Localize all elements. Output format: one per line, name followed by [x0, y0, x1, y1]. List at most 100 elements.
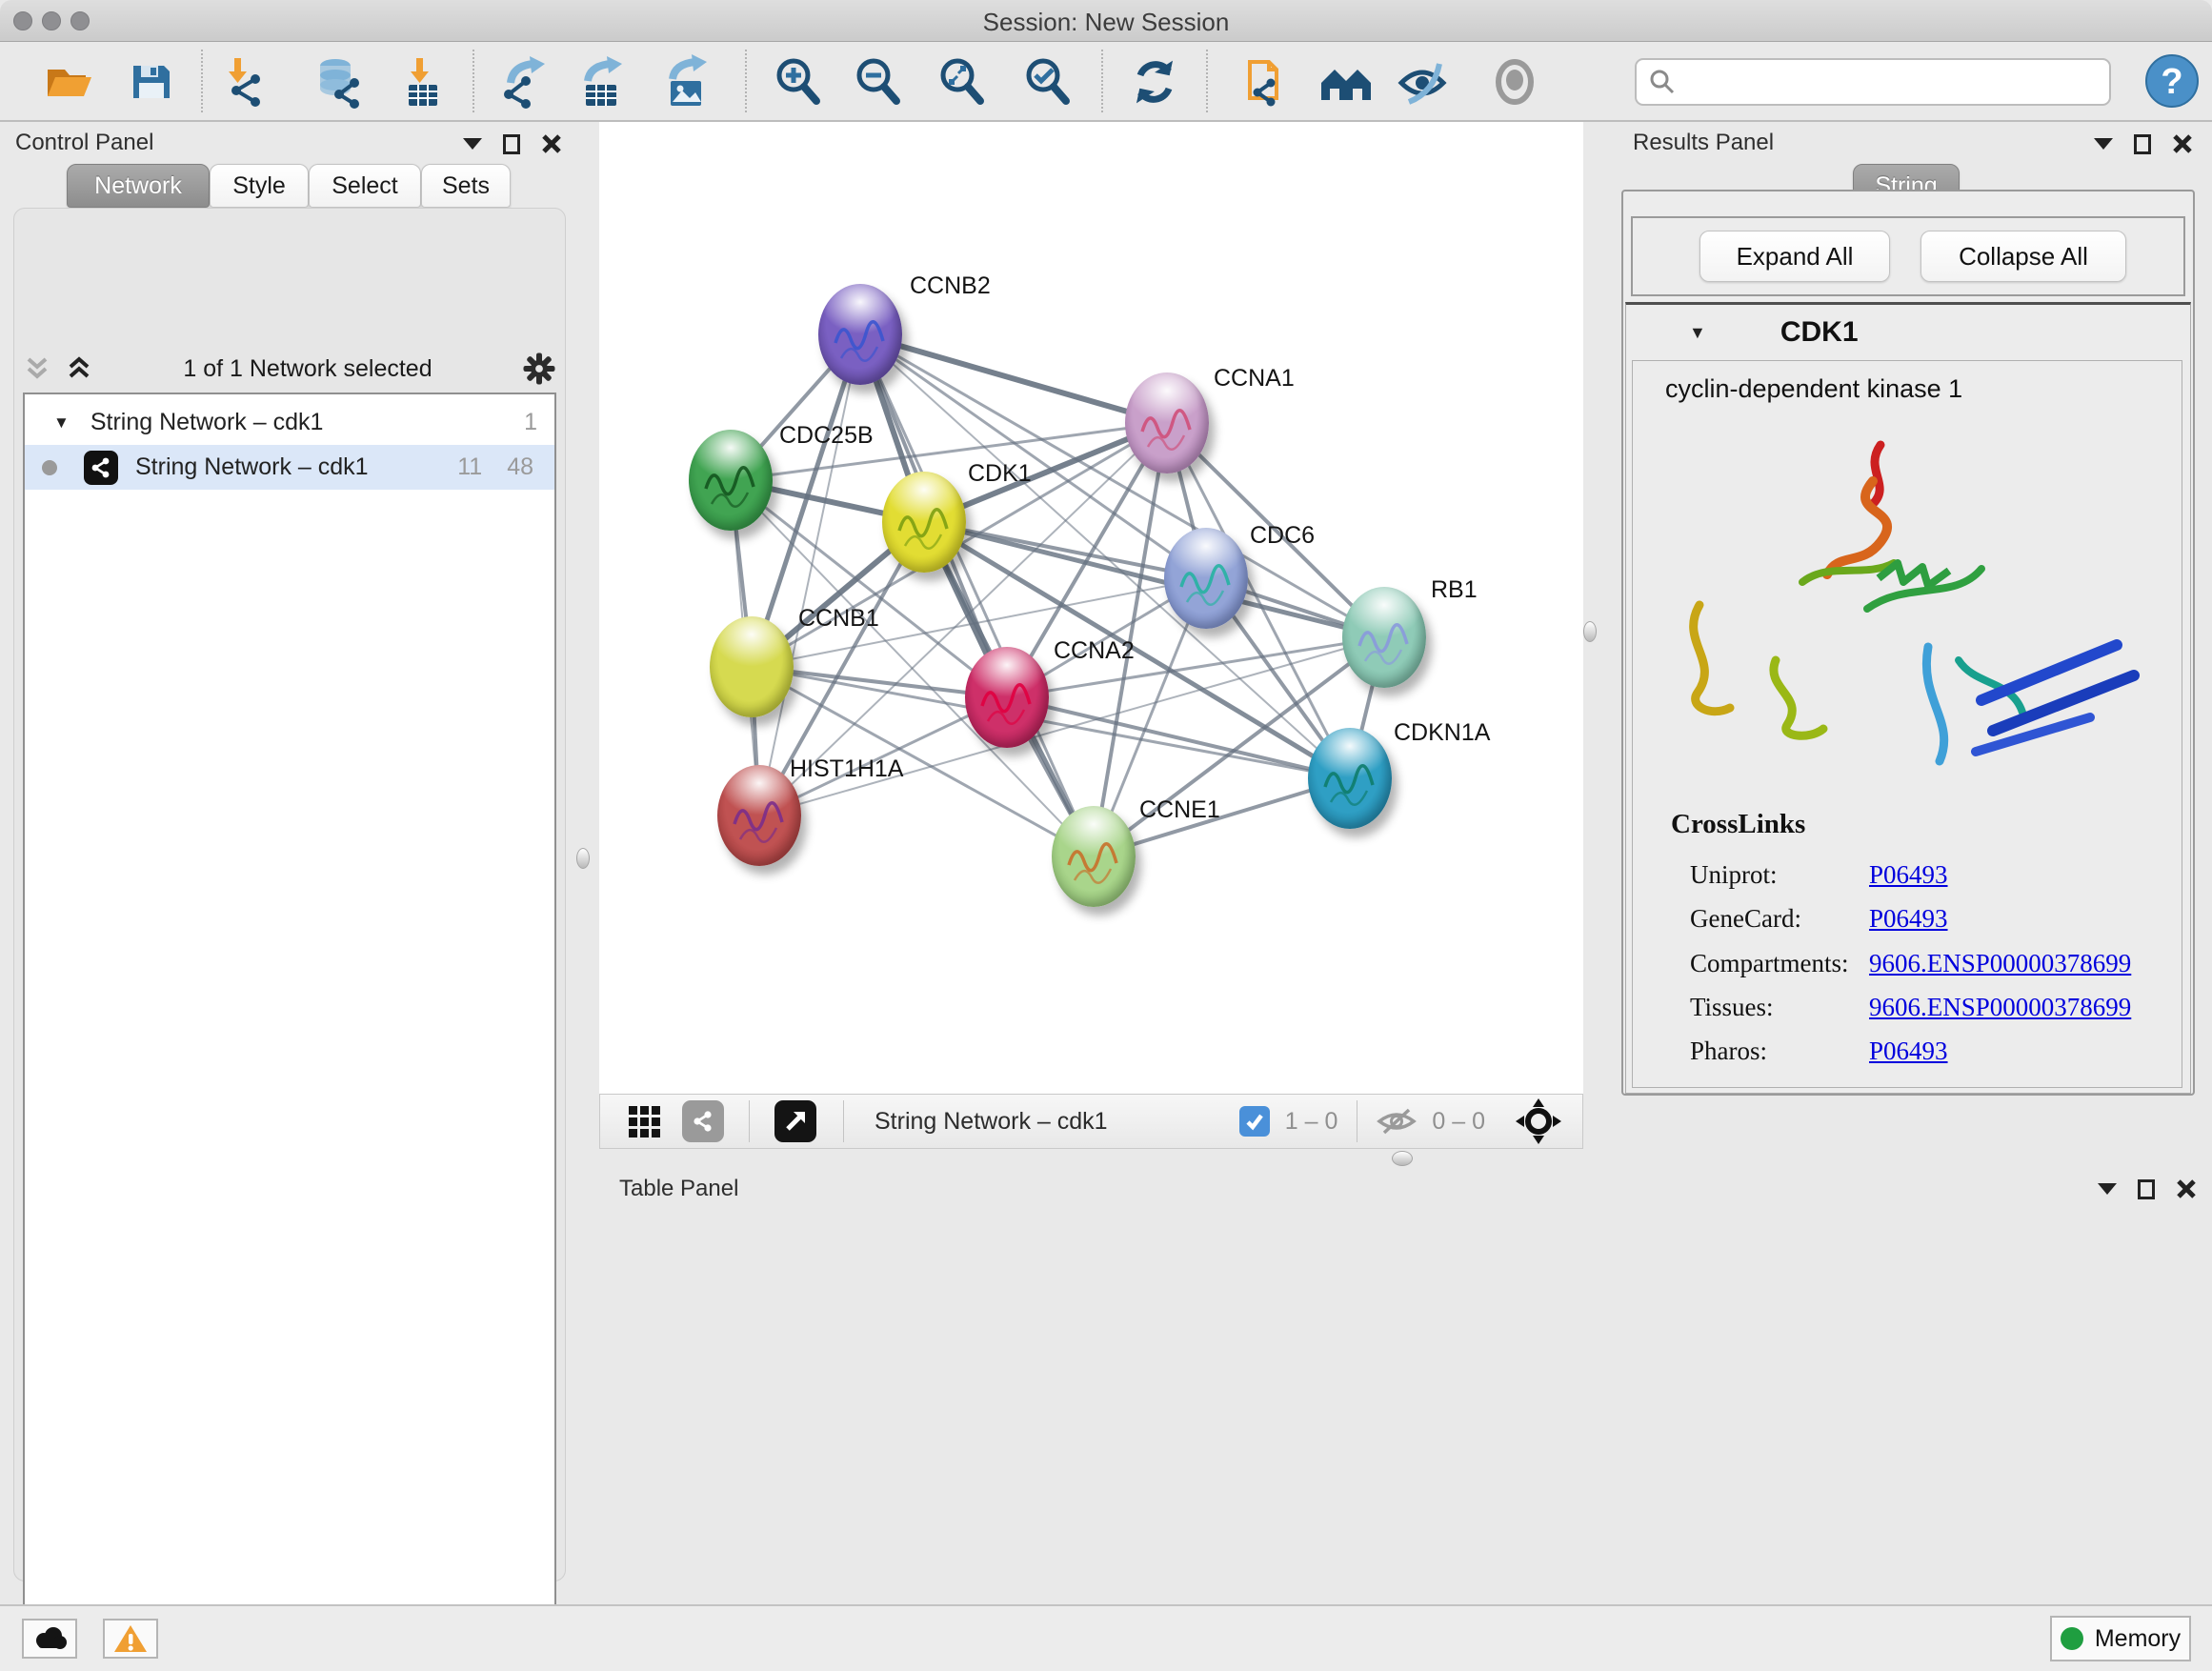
panel-close-icon[interactable] — [2176, 1178, 2197, 1199]
expand-all-button[interactable]: Expand All — [1699, 231, 1890, 282]
refresh-icon[interactable] — [1127, 54, 1182, 110]
protein-scribble — [882, 472, 966, 573]
network-tree: ▼ String Network – cdk1 1 String Network… — [23, 393, 556, 1671]
panel-maximize-icon[interactable] — [503, 134, 520, 154]
crosslink-link[interactable]: P06493 — [1869, 1037, 1948, 1066]
search-input[interactable] — [1686, 69, 2109, 95]
network-node-cdc25b[interactable] — [689, 430, 773, 531]
network-node-ccne1[interactable] — [1052, 806, 1136, 907]
network-options-gear-icon[interactable] — [522, 352, 556, 386]
memory-label: Memory — [2095, 1625, 2181, 1653]
toolbar-separator — [1206, 50, 1208, 112]
panel-close-icon[interactable] — [541, 133, 562, 154]
clone-network-icon[interactable] — [1237, 54, 1292, 110]
collection-count: 1 — [524, 409, 537, 436]
panel-maximize-icon[interactable] — [2138, 1179, 2155, 1199]
search-icon — [1648, 68, 1677, 96]
gene-name: CDK1 — [1780, 316, 1859, 349]
network-current-dot — [42, 460, 57, 475]
warning-status-button[interactable] — [103, 1619, 158, 1659]
expand-all-chevron-icon[interactable] — [65, 355, 93, 382]
tab-style[interactable]: Style — [210, 164, 309, 208]
toolbar-separator — [201, 50, 203, 112]
network-node-hist1h1a[interactable] — [717, 765, 801, 866]
fit-selection-crosshair-icon[interactable] — [1514, 1097, 1563, 1146]
panel-float-icon[interactable] — [2094, 138, 2113, 150]
network-node-ccnb2[interactable] — [818, 284, 902, 385]
network-node-cdk1[interactable] — [882, 472, 966, 573]
network-canvas[interactable]: CCNB2CCNA1CDC25BCDK1CDC6RB1CCNB1CCNA2CDK… — [599, 122, 1583, 1094]
collapse-all-button[interactable]: Collapse All — [1920, 231, 2126, 282]
gene-description: cyclin-dependent kinase 1 — [1665, 374, 1962, 404]
toolbar-separator — [745, 50, 747, 112]
panel-close-icon[interactable] — [2172, 133, 2193, 154]
main-toolbar: ? — [0, 42, 2212, 122]
network-row-label: String Network – cdk1 — [135, 453, 369, 481]
string-view-icon[interactable] — [682, 1100, 724, 1142]
grid-view-icon[interactable] — [627, 1102, 665, 1140]
hidden-eye-icon[interactable] — [1375, 1105, 1418, 1137]
left-splitter-grip[interactable] — [576, 848, 590, 869]
crosslink-label: Uniprot: — [1690, 860, 1778, 889]
network-collection-label: String Network – cdk1 — [90, 409, 324, 436]
network-node-ccnb1[interactable] — [710, 616, 794, 717]
selected-node-edge-count: 1 – 0 — [1285, 1108, 1338, 1136]
network-node-cdkn1a[interactable] — [1308, 728, 1392, 829]
network-node-label: CCNB1 — [798, 605, 879, 633]
network-node-rb1[interactable] — [1342, 587, 1426, 688]
zoom-fit-icon[interactable] — [935, 54, 990, 110]
tree-expand-caret[interactable]: ▼ — [53, 413, 70, 433]
import-database-icon[interactable] — [311, 54, 366, 110]
edge-count: 48 — [507, 453, 533, 481]
panel-float-icon[interactable] — [2098, 1183, 2117, 1195]
selected-checkbox-icon[interactable] — [1239, 1106, 1270, 1137]
show-all-icon[interactable] — [1487, 54, 1542, 110]
export-table-icon[interactable] — [574, 54, 630, 110]
help-icon[interactable]: ? — [2143, 52, 2199, 108]
import-network-icon[interactable] — [217, 54, 272, 110]
control-panel: Control Panel Network Style Select Sets … — [0, 122, 579, 1604]
gene-collapse-caret[interactable]: ▼ — [1689, 323, 1706, 343]
crosslink-link[interactable]: 9606.ENSP00000378699 — [1869, 949, 2131, 978]
save-session-icon[interactable] — [124, 54, 179, 110]
crosslink-link[interactable]: P06493 — [1869, 860, 1948, 890]
crosslink-link[interactable]: 9606.ENSP00000378699 — [1869, 993, 2131, 1022]
zoom-in-icon[interactable] — [771, 54, 826, 110]
crosslink-row: Uniprot: P06493 — [1690, 860, 2166, 890]
export-network-icon[interactable] — [497, 54, 553, 110]
network-node-cdc6[interactable] — [1164, 528, 1248, 629]
network-node-ccna2[interactable] — [965, 647, 1049, 748]
home-network-icon[interactable] — [1317, 54, 1373, 110]
crosslink-row: Pharos:P06493 — [1690, 1037, 2166, 1066]
network-view-title: String Network – cdk1 — [875, 1108, 1108, 1136]
network-node-label: CDC25B — [779, 422, 874, 450]
memory-button[interactable]: Memory — [2050, 1616, 2191, 1661]
protein-scribble — [965, 647, 1049, 748]
birdseye-view-icon[interactable] — [774, 1100, 816, 1142]
panel-float-icon[interactable] — [463, 138, 482, 150]
gene-header-row[interactable]: ▼ CDK1 — [1626, 305, 2190, 360]
export-image-icon[interactable] — [659, 54, 714, 110]
panel-maximize-icon[interactable] — [2134, 134, 2151, 154]
horizontal-splitter-grip[interactable] — [1392, 1151, 1413, 1166]
tab-select[interactable]: Select — [309, 164, 421, 208]
gene-panel: ▼ CDK1 cyclin-dependent kinase 1 — [1625, 302, 2191, 1094]
zoom-selected-icon[interactable] — [1020, 54, 1076, 110]
cloud-status-button[interactable] — [22, 1619, 77, 1659]
crosslink-link[interactable]: P06493 — [1869, 904, 1948, 934]
open-session-icon[interactable] — [40, 54, 95, 110]
network-node-label: CCNA2 — [1054, 637, 1135, 665]
network-collection-row[interactable]: ▼ String Network – cdk1 1 — [25, 400, 554, 445]
zoom-out-icon[interactable] — [851, 54, 906, 110]
collapse-all-chevron-icon[interactable] — [23, 355, 51, 382]
network-node-ccna1[interactable] — [1125, 372, 1209, 473]
tab-network[interactable]: Network — [67, 164, 210, 208]
cloud-icon — [31, 1626, 68, 1651]
import-table-icon[interactable] — [395, 54, 451, 110]
crosslink-label: GeneCard: — [1690, 904, 1801, 933]
network-row-selected[interactable]: String Network – cdk1 11 48 — [25, 445, 554, 490]
hide-selected-icon[interactable] — [1396, 54, 1451, 110]
network-selection-summary: 1 of 1 Network selected — [93, 355, 522, 383]
tab-sets[interactable]: Sets — [421, 164, 511, 208]
search-field[interactable] — [1635, 58, 2111, 106]
